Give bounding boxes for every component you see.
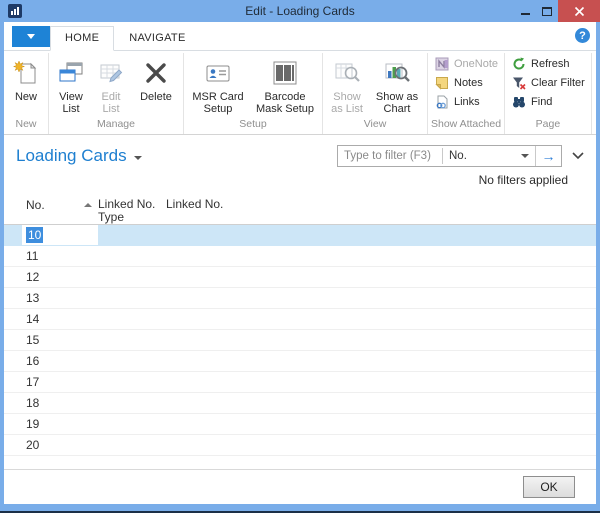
chevron-down-icon — [134, 156, 142, 160]
tab-home[interactable]: HOME — [50, 26, 114, 51]
filter-box: No. → — [337, 145, 562, 167]
maximize-button[interactable] — [536, 0, 558, 22]
view-list-button[interactable]: View List — [51, 55, 91, 117]
table-row[interactable]: 16 — [4, 351, 596, 372]
clear-filter-button[interactable]: Clear Filter — [507, 73, 589, 92]
page-title: Loading Cards — [16, 146, 127, 166]
group-label-setup: Setup — [186, 118, 320, 134]
barcode-icon — [269, 57, 301, 89]
expand-filter-pane-button[interactable] — [572, 152, 584, 160]
refresh-button[interactable]: Refresh — [507, 54, 574, 73]
table-row[interactable]: 14 — [4, 309, 596, 330]
title-bar: Edit - Loading Cards — [0, 0, 600, 22]
page-title-dropdown[interactable]: Loading Cards — [16, 146, 142, 166]
new-button[interactable]: New — [6, 55, 46, 105]
column-header-linked-no[interactable]: Linked No. — [166, 198, 256, 211]
show-as-list-icon — [331, 57, 363, 89]
edit-list-icon — [95, 57, 127, 89]
delete-button[interactable]: Delete — [131, 55, 181, 105]
table-row[interactable]: 18 — [4, 393, 596, 414]
edit-list-button[interactable]: Edit List — [91, 55, 131, 117]
cell-no-edit[interactable]: 10 — [22, 225, 98, 245]
show-as-chart-icon — [381, 57, 413, 89]
group-label-page: Page — [507, 118, 589, 134]
window-title: Edit - Loading Cards — [0, 4, 600, 18]
new-document-icon — [10, 57, 42, 89]
sort-ascending-icon — [84, 203, 92, 207]
ribbon-group-new: New New — [4, 53, 49, 134]
filter-input[interactable] — [338, 146, 442, 166]
group-label-show-attached: Show Attached — [430, 118, 502, 134]
app-body: HOME NAVIGATE ? Ne — [4, 22, 596, 504]
ribbon-group-show-attached: OneNote Notes — [428, 53, 505, 134]
binoculars-icon — [511, 94, 527, 110]
table-row[interactable]: 20 — [4, 435, 596, 456]
table-row[interactable]: 11 — [4, 246, 596, 267]
table-row-selected[interactable]: 10 — [4, 225, 596, 246]
filter-status: No filters applied — [4, 169, 596, 195]
grid-rows: 10 11 12 13 14 15 16 17 18 19 20 — [4, 225, 596, 469]
ribbon-group-page: Refresh Clear Filter — [505, 53, 592, 134]
close-icon — [574, 6, 585, 17]
table-row[interactable]: 12 — [4, 267, 596, 288]
table-row[interactable]: 17 — [4, 372, 596, 393]
barcode-mask-setup-button[interactable]: Barcode Mask Setup — [250, 55, 320, 117]
help-icon[interactable]: ? — [575, 28, 590, 43]
column-header-linked-no-type[interactable]: Linked No. Type — [98, 198, 166, 224]
filter-column-value: No. — [449, 150, 521, 162]
column-header-no[interactable]: No. — [22, 198, 98, 212]
ribbon-tab-row: HOME NAVIGATE ? — [4, 22, 596, 51]
page-header: Loading Cards No. → — [4, 135, 596, 169]
find-button[interactable]: Find — [507, 92, 556, 111]
view-list-icon — [55, 57, 87, 89]
show-as-list-button[interactable]: Show as List — [325, 55, 369, 117]
notes-button[interactable]: Notes — [430, 73, 487, 92]
show-as-chart-button[interactable]: Show as Chart — [369, 55, 425, 117]
edit-loading-cards-window: Edit - Loading Cards HOME NAVIGATE ? — [0, 0, 600, 513]
group-label-new: New — [6, 118, 46, 134]
close-button[interactable] — [558, 0, 600, 22]
arrow-right-icon: → — [542, 148, 556, 164]
window-controls — [514, 0, 600, 22]
onenote-button[interactable]: OneNote — [430, 54, 502, 73]
refresh-icon — [511, 56, 527, 72]
loading-cards-grid: No. Linked No. Type Linked No. 10 11 12 … — [4, 195, 596, 469]
sticky-note-icon — [434, 75, 450, 91]
table-row[interactable]: 15 — [4, 330, 596, 351]
tab-navigate[interactable]: NAVIGATE — [114, 26, 200, 51]
links-icon — [434, 94, 450, 110]
chevron-down-icon — [521, 154, 529, 158]
chevron-down-icon — [27, 34, 35, 39]
application-menu-button[interactable] — [12, 26, 50, 47]
table-row[interactable]: 19 — [4, 414, 596, 435]
clear-filter-icon — [511, 75, 527, 91]
chevron-down-icon — [572, 152, 584, 160]
table-row[interactable]: 13 — [4, 288, 596, 309]
onenote-icon — [434, 56, 450, 72]
msr-card-icon — [202, 57, 234, 89]
dialog-footer: OK — [4, 469, 596, 504]
ribbon-group-setup: MSR Card Setup Barcode Mask Setup — [184, 53, 323, 134]
delete-icon — [140, 57, 172, 89]
ribbon-group-manage: View List Edit List — [49, 53, 184, 134]
links-button[interactable]: Links — [430, 92, 484, 111]
group-label-manage: Manage — [51, 118, 181, 134]
ribbon-group-view: Show as List — [323, 53, 428, 134]
msr-card-setup-button[interactable]: MSR Card Setup — [186, 55, 250, 117]
grid-header-row: No. Linked No. Type Linked No. — [4, 195, 596, 225]
ok-button[interactable]: OK — [523, 476, 575, 498]
filter-column-dropdown[interactable]: No. — [443, 146, 535, 166]
minimize-button[interactable] — [514, 0, 536, 22]
apply-filter-button[interactable]: → — [535, 146, 561, 166]
ribbon: New New — [4, 51, 596, 135]
group-label-view: View — [325, 118, 425, 134]
